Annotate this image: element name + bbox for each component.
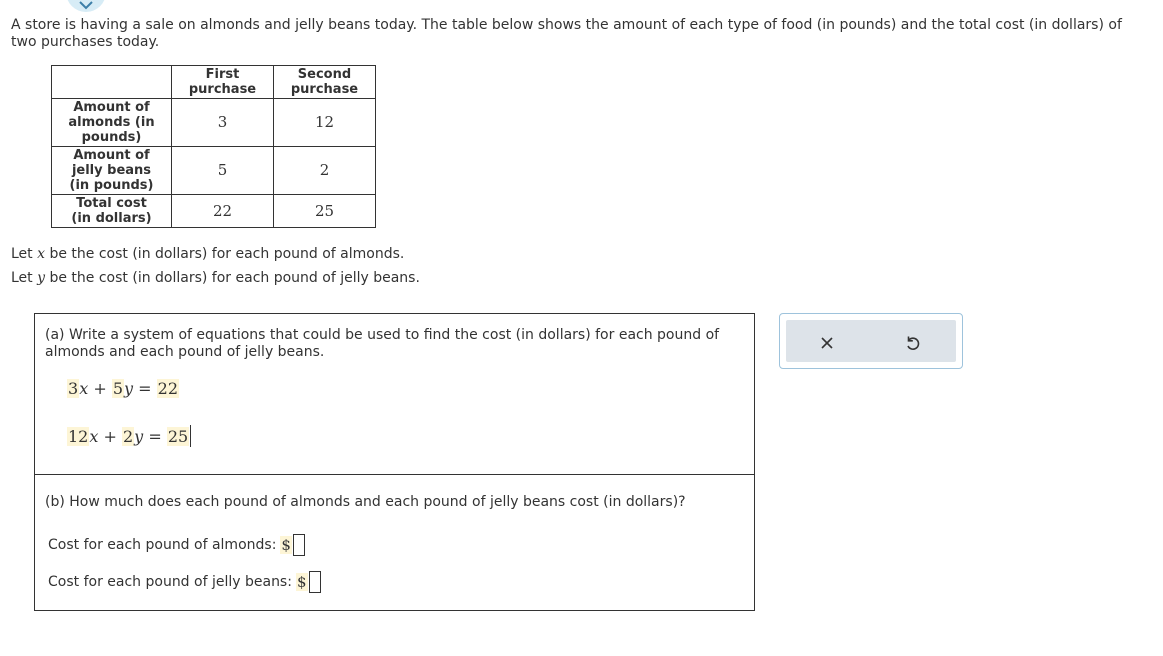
problem-intro: A store is having a sale on almonds and … [11, 17, 1122, 50]
eq1-plus: + [93, 379, 107, 398]
chevron-down-icon [79, 1, 93, 10]
eq1-coef-x[interactable]: 3 [67, 379, 80, 398]
equation-1: 3x + 5y = 22 [67, 379, 179, 398]
collapse-tab[interactable] [66, 0, 106, 12]
almonds-cost-label: Cost for each pound of almonds: [48, 537, 277, 553]
undo-button[interactable] [901, 331, 925, 355]
let-y-statement: Let y be the cost (in dollars) for each … [11, 270, 420, 286]
var-x: x [37, 246, 46, 262]
let-x-prefix: Let [11, 246, 33, 262]
jelly-cost-row: Cost for each pound of jelly beans: $ [48, 571, 321, 593]
jelly-currency: $ [295, 573, 308, 591]
tools-bar [786, 320, 956, 362]
let-y-text: be the cost (in dollars) for each pound … [49, 270, 420, 286]
table-cell: 5 [171, 146, 274, 195]
answer-tools-panel [779, 313, 963, 369]
part-b-question: (b) How much does each pound of almonds … [45, 494, 686, 510]
row-header-jelly-beans: Amount of jelly beans (in pounds) [51, 146, 172, 195]
table-cell: 3 [171, 98, 274, 147]
jelly-cost-label: Cost for each pound of jelly beans: [48, 574, 292, 590]
row-header-total-cost: Total cost (in dollars) [51, 194, 172, 228]
col-header-second: Second purchase [273, 65, 376, 99]
row-header-jelly-text: Amount of jelly beans (in pounds) [69, 148, 154, 193]
equation-2: 12x + 2y = 25 [67, 425, 192, 447]
eq2-var-x: x [89, 427, 99, 446]
table-cell: 12 [273, 98, 376, 147]
eq2-var-y: y [134, 427, 144, 446]
eq2-plus: + [103, 427, 117, 446]
eq2-coef-x[interactable]: 12 [67, 427, 90, 446]
text-cursor [190, 425, 192, 447]
almonds-currency: $ [280, 536, 292, 554]
table-cell: 22 [171, 194, 274, 228]
eq1-rhs[interactable]: 22 [156, 379, 179, 398]
eq1-coef-y[interactable]: 5 [111, 379, 124, 398]
table-cell: 2 [273, 146, 376, 195]
purchase-table: First purchase Second purchase Amount of… [51, 65, 376, 228]
jelly-cost-input[interactable] [308, 571, 321, 593]
let-x-statement: Let x be the cost (in dollars) for each … [11, 246, 404, 262]
col-header-first: First purchase [171, 65, 274, 99]
row-header-almonds-text: Amount of almonds (in pounds) [68, 100, 155, 145]
close-icon [821, 337, 833, 349]
section-divider [35, 474, 754, 475]
row-header-almonds: Amount of almonds (in pounds) [51, 98, 172, 147]
eq2-rhs[interactable]: 25 [166, 427, 190, 446]
row-header-total-text: Total cost (in dollars) [71, 196, 152, 226]
let-x-text: be the cost (in dollars) for each pound … [49, 246, 405, 262]
question-box: (a) Write a system of equations that cou… [34, 313, 755, 611]
almonds-cost-row: Cost for each pound of almonds: $ [48, 534, 305, 556]
table-cell: 25 [273, 194, 376, 228]
eq1-var-x: x [79, 379, 89, 398]
eq1-var-y: y [124, 379, 134, 398]
var-y: y [37, 270, 46, 286]
undo-icon [907, 336, 920, 350]
eq2-coef-y[interactable]: 2 [121, 427, 135, 446]
clear-button[interactable] [815, 331, 839, 355]
table-corner [51, 65, 172, 99]
eq2-equals: = [148, 427, 162, 446]
part-a-question: (a) Write a system of equations that cou… [45, 327, 720, 360]
eq1-equals: = [138, 379, 152, 398]
let-y-prefix: Let [11, 270, 33, 286]
almonds-cost-input[interactable] [292, 534, 305, 556]
